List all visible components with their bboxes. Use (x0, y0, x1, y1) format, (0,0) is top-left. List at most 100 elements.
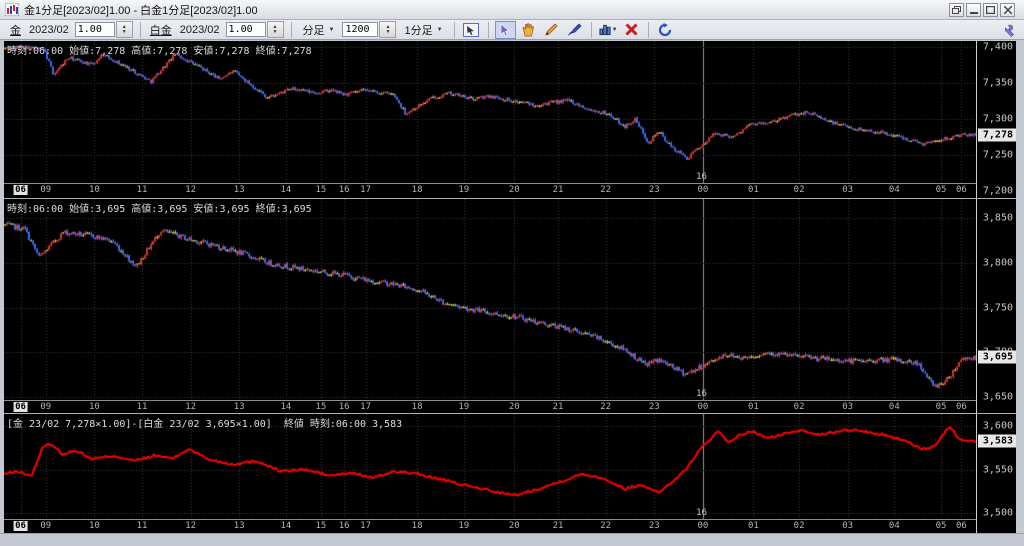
platinum-price-axis[interactable]: 3,8503,8003,7503,7003,6503,695 (976, 199, 1016, 414)
spread-last-price-chip: 3,583 (978, 434, 1016, 447)
app-window: 金1分足[2023/02]1.00 - 白金1分足[2023/02]1.00 金… (0, 0, 1024, 545)
time-label: 00 (697, 521, 708, 531)
panel-separator[interactable] (4, 413, 1016, 414)
time-label: 00 (697, 185, 708, 195)
toolbar: 金 2023/02 ▲▼ 白金 2023/02 ▲▼ 分足▼ ▲▼ 1分足▼ (0, 20, 1024, 40)
time-label: 01 (748, 402, 759, 412)
platinum-month-label[interactable]: 2023/02 (180, 24, 220, 36)
time-label: 04 (889, 402, 900, 412)
panel-separator[interactable] (4, 198, 1016, 199)
time-label: 22 (600, 402, 611, 412)
time-label: 22 (600, 185, 611, 195)
interval-type-dropdown[interactable]: 分足▼ (300, 21, 338, 39)
time-label: 11 (137, 402, 148, 412)
panel-platinum: 3,8503,8003,7503,7003,6503,6950609101112… (4, 199, 1016, 414)
time-label: 12 (185, 185, 196, 195)
time-label: 17 (360, 402, 371, 412)
date-marker: 16 (696, 172, 707, 182)
y-tick-label: 3,750 (983, 302, 1013, 313)
time-label: 00 (697, 402, 708, 412)
pencil-draw-icon (544, 23, 558, 37)
time-label: 16 (339, 402, 350, 412)
time-label: 14 (280, 185, 291, 195)
time-label: 06 (956, 185, 967, 195)
time-label: 12 (185, 521, 196, 531)
time-label: 06 (956, 521, 967, 531)
time-label: 01 (748, 521, 759, 531)
platinum-symbol-link[interactable]: 白金 (150, 22, 172, 38)
gold-month-label[interactable]: 2023/02 (29, 24, 69, 36)
platinum-ratio-spinner[interactable]: ▲▼ (267, 21, 284, 38)
time-label-highlighted: 06 (13, 402, 28, 412)
gold-price-axis[interactable]: 7,4007,3507,3007,2507,2007,278 (976, 41, 1016, 199)
time-label: 15 (315, 521, 326, 531)
time-label: 05 (936, 185, 947, 195)
date-marker: 16 (696, 389, 707, 399)
time-label: 15 (315, 185, 326, 195)
time-label-highlighted: 06 (13, 521, 28, 531)
settings-button[interactable] (998, 22, 1016, 38)
gold-ratio-input[interactable] (75, 22, 115, 37)
y-tick-label: 3,500 (983, 507, 1013, 518)
gold-symbol-link[interactable]: 金 (10, 22, 21, 38)
time-label: 13 (234, 521, 245, 531)
time-label-highlighted: 06 (13, 185, 28, 195)
select-arrow-tool-button[interactable] (495, 21, 516, 39)
time-label: 11 (137, 185, 148, 195)
chart-area: 7,4007,3507,3007,2507,2007,2780609101112… (4, 41, 1016, 533)
refresh-button[interactable] (655, 21, 676, 39)
bar-count-input[interactable] (342, 22, 378, 37)
y-tick-label: 7,300 (983, 114, 1013, 125)
time-label: 16 (339, 185, 350, 195)
window-border-bottom[interactable] (0, 533, 1024, 546)
time-label: 04 (889, 521, 900, 531)
pen-draw-tool-button[interactable] (564, 21, 585, 39)
hand-pan-tool-button[interactable] (518, 21, 539, 39)
window-border-left (0, 41, 4, 533)
pencil-draw-tool-button[interactable] (541, 21, 562, 39)
time-axis[interactable]: 0609101112131415161718192021222300010203… (4, 520, 976, 533)
time-label: 02 (794, 521, 805, 531)
time-label: 03 (842, 185, 853, 195)
time-label: 18 (412, 185, 423, 195)
time-label: 03 (842, 521, 853, 531)
bar-count-spinner[interactable]: ▲▼ (379, 21, 396, 38)
gold-ratio-spinner[interactable]: ▲▼ (116, 21, 133, 38)
panel-spread: 3,6003,5503,5003,58306091011121314151617… (4, 414, 1016, 533)
delete-tool-button[interactable] (621, 21, 642, 39)
time-label: 20 (509, 185, 520, 195)
time-label: 13 (234, 402, 245, 412)
time-label: 23 (649, 185, 660, 195)
wrench-settings-icon (1001, 24, 1014, 37)
close-button[interactable] (1000, 3, 1015, 17)
spread-info-line: [金 23/02 7,278×1.00]-[白金 23/02 3,695×1.0… (7, 415, 402, 430)
float-window-button[interactable] (949, 3, 964, 17)
time-label: 05 (936, 521, 947, 531)
interval-dropdown[interactable]: 1分足▼ (401, 21, 445, 39)
time-label: 11 (137, 521, 148, 531)
platinum-candle-chart[interactable] (4, 199, 976, 400)
platinum-ratio-input[interactable] (226, 22, 266, 37)
gold-candle-chart[interactable] (4, 41, 976, 183)
time-label: 04 (889, 185, 900, 195)
select-arrow-icon (498, 23, 512, 37)
chart-cursor-tool-button[interactable] (461, 21, 482, 39)
spread-price-axis[interactable]: 3,6003,5503,5003,583 (976, 414, 1016, 533)
time-label: 15 (315, 402, 326, 412)
time-axis[interactable]: 0609101112131415161718192021222300010203… (4, 184, 976, 197)
y-tick-label: 3,850 (983, 212, 1013, 223)
time-label: 18 (412, 521, 423, 531)
minimize-button[interactable] (966, 3, 981, 17)
chart-type-dropdown-arrow: ▼ (612, 27, 618, 33)
chart-type-tool-button[interactable]: ▼ (598, 21, 619, 39)
time-label: 21 (553, 402, 564, 412)
gold-info-line: 時刻:06:00 始値:7,278 高値:7,278 安値:7,278 終値:7… (7, 42, 312, 57)
time-label: 14 (280, 521, 291, 531)
time-label: 01 (748, 185, 759, 195)
platinum-info-line: 時刻:06:00 始値:3,695 高値:3,695 安値:3,695 終値:3… (7, 200, 312, 215)
maximize-button[interactable] (983, 3, 998, 17)
y-tick-label: 3,650 (983, 392, 1013, 403)
time-label: 13 (234, 185, 245, 195)
y-tick-label: 3,800 (983, 257, 1013, 268)
time-label: 19 (458, 402, 469, 412)
